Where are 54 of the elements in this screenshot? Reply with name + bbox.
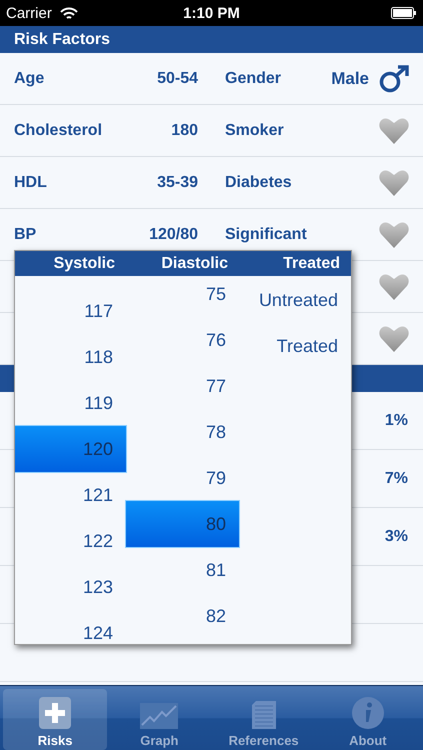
- tab[interactable]: Graph: [107, 689, 212, 750]
- heart-icon[interactable]: [379, 222, 409, 248]
- heart-icon[interactable]: [379, 326, 409, 352]
- picker-option[interactable]: 82: [126, 593, 239, 639]
- factor-label: Gender: [225, 70, 282, 88]
- heart-icon[interactable]: [379, 274, 409, 300]
- picker-column-title: Systolic: [52, 254, 116, 274]
- picker-option[interactable]: 117: [15, 288, 126, 334]
- picker-option[interactable]: 121: [15, 472, 126, 518]
- picker-option[interactable]: Treated: [239, 323, 351, 369]
- factor-value[interactable]: Male: [331, 68, 369, 88]
- factor-value[interactable]: 50-54: [157, 70, 198, 86]
- picker-option[interactable]: 81: [126, 547, 239, 593]
- picker-option[interactable]: Untreated: [239, 277, 351, 323]
- tab[interactable]: Risks: [3, 689, 108, 750]
- heart-icon[interactable]: [379, 170, 409, 196]
- wifi-icon: [60, 6, 78, 20]
- factor-label: Significant: [225, 226, 307, 244]
- picker-option[interactable]: 76: [126, 317, 239, 363]
- factor-value[interactable]: 120/80: [149, 226, 198, 242]
- info-icon: [352, 697, 384, 729]
- factor-label: BP: [14, 226, 36, 242]
- risk-percentage: 3%: [384, 528, 408, 546]
- factor-value[interactable]: 180: [171, 122, 198, 138]
- risk-percentage: 1%: [384, 412, 408, 430]
- picker-option[interactable]: 118: [15, 334, 126, 380]
- tab[interactable]: About: [316, 689, 420, 750]
- picker-option[interactable]: 77: [126, 363, 239, 409]
- picker-option[interactable]: 79: [126, 455, 239, 501]
- picker-option[interactable]: 75: [126, 276, 239, 317]
- factor-label: Cholesterol: [14, 122, 102, 138]
- factor-value[interactable]: 35-39: [157, 174, 198, 190]
- carrier-label: Carrier: [6, 4, 52, 22]
- document-icon: [252, 701, 276, 729]
- male-symbol-icon: [379, 64, 409, 92]
- plus-icon: [39, 697, 72, 729]
- status-time: 1:10 PM: [183, 4, 240, 22]
- factor-label: Smoker: [225, 122, 284, 140]
- factor-label: HDL: [14, 174, 47, 190]
- factor-label: Diabetes: [225, 174, 292, 192]
- heart-icon[interactable]: [379, 118, 409, 144]
- risk-percentage: 7%: [384, 470, 408, 488]
- picker-option[interactable]: 123: [15, 564, 126, 610]
- battery-icon: [391, 7, 418, 19]
- picker-option[interactable]: 78: [126, 409, 239, 455]
- factor-label: Age: [14, 70, 44, 86]
- picker-column-title: Diastolic: [160, 254, 229, 274]
- section-title: Risk Factors: [14, 30, 110, 48]
- tab[interactable]: References: [212, 689, 316, 750]
- picker-option[interactable]: 124: [15, 610, 126, 644]
- graph-icon: [140, 703, 178, 729]
- picker-column-title: Treated: [282, 254, 341, 274]
- picker-option[interactable]: 122: [15, 518, 126, 564]
- picker-option[interactable]: 119: [15, 380, 126, 426]
